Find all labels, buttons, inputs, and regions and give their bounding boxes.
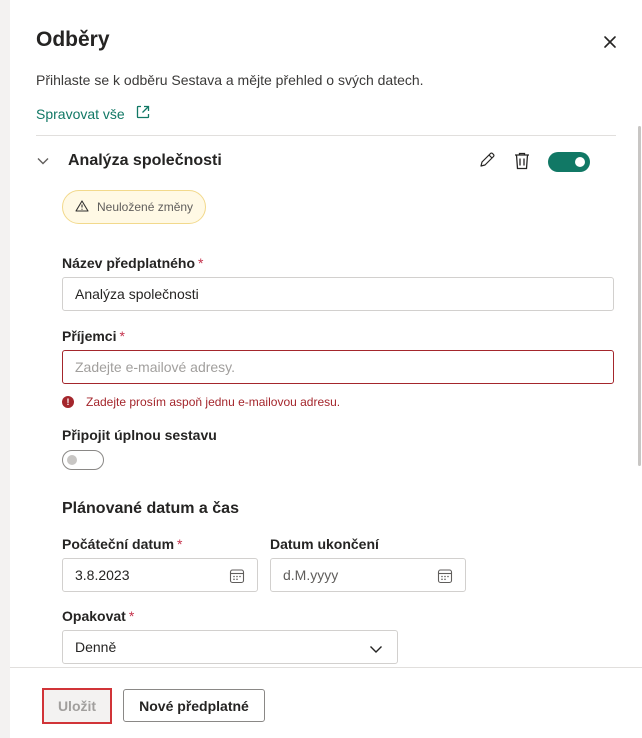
start-date-input[interactable]: 3.8.2023 bbox=[62, 558, 258, 592]
required-mark: * bbox=[177, 536, 183, 552]
collapse-chevron-icon[interactable] bbox=[36, 154, 50, 168]
edit-pencil-icon[interactable] bbox=[478, 151, 496, 169]
repeat-value: Denně bbox=[75, 639, 117, 655]
required-mark: * bbox=[128, 608, 135, 624]
subscription-header: Analýza společnosti bbox=[36, 150, 596, 174]
end-date-placeholder: d.M.yyyy bbox=[283, 567, 339, 583]
delete-trash-icon[interactable] bbox=[513, 151, 531, 171]
header-divider bbox=[36, 135, 616, 136]
end-date-input[interactable]: d.M.yyyy bbox=[270, 558, 466, 592]
recipients-error: ! Zadejte prosím aspoň jednu e-mailovou … bbox=[62, 395, 340, 409]
unsaved-changes-label: Neuložené změny bbox=[97, 200, 194, 214]
start-date-label: Počáteční datum * bbox=[62, 536, 183, 552]
subscription-name-label: Název předplatného * bbox=[62, 255, 204, 271]
pane-subtitle: Přihlaste se k odběru Sestava a mějte př… bbox=[36, 72, 424, 88]
save-button-label: Uložit bbox=[47, 693, 107, 719]
open-external-icon bbox=[135, 104, 151, 123]
subscription-name-value: Analýza společnosti bbox=[75, 286, 199, 302]
close-button[interactable] bbox=[602, 34, 618, 50]
pane-title: Odběry bbox=[36, 28, 110, 51]
repeat-label: Opakovat * bbox=[62, 608, 135, 624]
new-subscription-button[interactable]: Nové předplatné bbox=[123, 689, 265, 722]
subscriptions-pane: Odběry Přihlaste se k odběru Sestava a m… bbox=[10, 0, 642, 738]
manage-all-label: Spravovat vše bbox=[36, 105, 125, 122]
recipients-placeholder: Zadejte e-mailové adresy. bbox=[75, 359, 236, 375]
calendar-icon[interactable] bbox=[437, 568, 453, 587]
recipients-label: Příjemci * bbox=[62, 328, 125, 344]
close-icon bbox=[604, 36, 616, 48]
subscription-enabled-toggle[interactable] bbox=[548, 152, 590, 172]
new-subscription-label: Nové předplatné bbox=[139, 697, 249, 714]
attach-report-toggle[interactable] bbox=[62, 450, 104, 470]
required-mark: * bbox=[119, 328, 125, 344]
repeat-dropdown[interactable]: Denně bbox=[62, 630, 398, 664]
attach-report-label: Připojit úplnou sestavu bbox=[62, 427, 217, 443]
subscription-name-input[interactable]: Analýza společnosti bbox=[62, 277, 614, 311]
error-icon: ! bbox=[62, 396, 74, 408]
save-button[interactable]: Uložit bbox=[42, 688, 112, 724]
start-date-value: 3.8.2023 bbox=[75, 567, 130, 583]
schedule-section-title: Plánované datum a čas bbox=[62, 500, 239, 517]
chevron-down-icon bbox=[369, 642, 383, 658]
end-date-label: Datum ukončení bbox=[270, 536, 379, 552]
recipients-error-text: Zadejte prosím aspoň jednu e-mailovou ad… bbox=[86, 395, 341, 409]
scrollbar[interactable] bbox=[638, 126, 641, 466]
calendar-icon[interactable] bbox=[229, 568, 245, 587]
recipients-input[interactable]: Zadejte e-mailové adresy. bbox=[62, 350, 614, 384]
subscription-name: Analýza společnosti bbox=[68, 152, 222, 169]
manage-all-link[interactable]: Spravovat vše bbox=[36, 104, 151, 123]
footer-divider bbox=[10, 667, 642, 668]
unsaved-changes-badge: Neuložené změny bbox=[62, 190, 207, 224]
warning-icon bbox=[75, 199, 89, 215]
required-mark: * bbox=[198, 255, 204, 271]
